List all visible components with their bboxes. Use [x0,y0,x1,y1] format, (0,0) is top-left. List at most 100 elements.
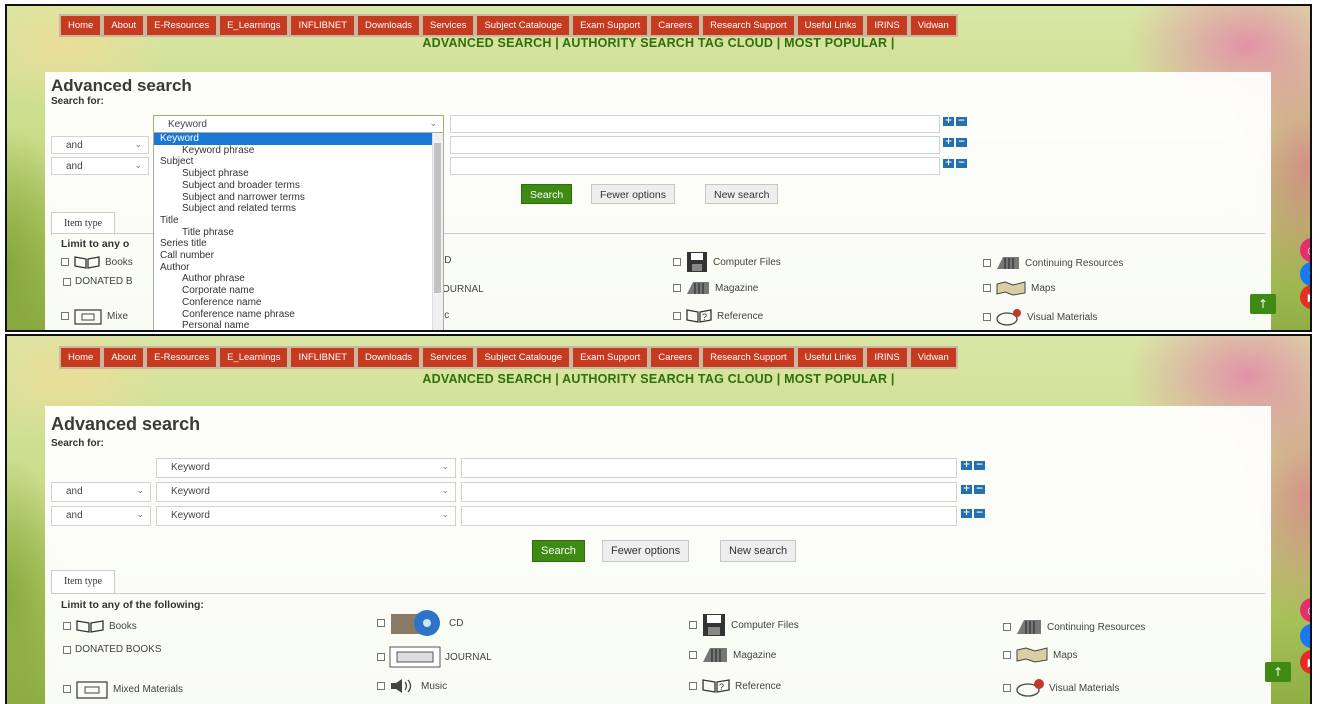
nav-home[interactable]: Home [61,348,101,367]
dropdown-option[interactable]: Personal name [154,320,443,330]
nav-inflibnet[interactable]: INFLIBNET [291,16,355,35]
dropdown-option[interactable]: Corporate name [154,285,443,297]
checkbox[interactable] [377,619,385,627]
nav-research-support[interactable]: Research Support [703,348,794,367]
nav-vidwan[interactable]: Vidwan [910,16,956,35]
plus-icon[interactable]: + [943,159,954,168]
minus-icon[interactable]: − [974,485,985,494]
search-input-2[interactable] [450,136,940,154]
instagram-icon[interactable]: ○ [1300,598,1310,622]
plus-icon[interactable]: + [943,117,954,126]
plus-icon[interactable]: + [961,485,972,494]
fewer-options-button[interactable]: Fewer options [591,184,675,204]
plus-icon[interactable]: + [961,509,972,518]
dropdown-option[interactable]: Title [154,215,443,227]
checkbox[interactable] [689,682,697,690]
search-input-3[interactable] [450,157,940,175]
facebook-icon[interactable]: f [1300,624,1310,648]
dropdown-option[interactable]: Subject [154,156,443,168]
checkbox[interactable] [63,645,71,654]
minus-icon[interactable]: − [956,117,967,126]
item-magazine[interactable]: Magazine [673,280,758,296]
dropdown-option[interactable]: Author [154,262,443,274]
dropdown-option[interactable]: Call number [154,250,443,262]
checkbox[interactable] [61,312,69,320]
nav-e-learnings[interactable]: E_Learnings [220,16,288,35]
item-books[interactable]: Books [61,255,133,269]
tab-item-type[interactable]: Item type [51,570,116,593]
nav-irins[interactable]: IRINS [867,348,907,367]
item-continuing-resources[interactable]: Continuing Resources [1003,618,1145,636]
item-books[interactable]: Books [63,618,137,634]
nav-exam-support[interactable]: Exam Support [573,16,648,35]
item-mixed-materials[interactable]: Mixed Materials [63,678,183,700]
item-computer-files[interactable]: Computer Files [673,250,781,274]
search-button[interactable]: Search [532,540,585,562]
index-select-1[interactable]: Keyword ⌄ [156,458,456,478]
nav-about[interactable]: About [104,348,144,367]
nav-home[interactable]: Home [61,16,101,35]
scroll-to-top-button[interactable]: ↑ [1265,662,1291,682]
item-donated-books[interactable]: DONATED BOOKS [63,644,162,655]
item-reference[interactable]: ? Reference [689,678,781,694]
sub-nav-links[interactable]: ADVANCED SEARCH | AUTHORITY SEARCH TAG C… [7,36,1310,50]
checkbox[interactable] [1003,684,1011,692]
item-continuing-resources[interactable]: Continuing Resources [983,255,1123,271]
checkbox[interactable] [673,258,681,266]
dropdown-option[interactable]: Series title [154,238,443,250]
scroll-to-top-button[interactable]: ↑ [1250,294,1276,314]
search-input-1[interactable] [450,115,940,133]
search-button[interactable]: Search [521,184,573,204]
item-reference[interactable]: ? Reference [673,308,763,324]
item-donated-books[interactable]: DONATED B [63,276,133,287]
nav-e-learnings[interactable]: E_Learnings [220,348,288,367]
instagram-icon[interactable]: ○ [1300,238,1310,262]
nav-inflibnet[interactable]: INFLIBNET [291,348,355,367]
checkbox[interactable] [673,284,681,292]
checkbox[interactable] [63,685,71,693]
item-visual-materials[interactable]: Visual Materials [983,308,1097,326]
dropdown-option[interactable]: Conference name phrase [154,309,443,321]
search-input-2[interactable] [461,482,957,502]
nav-useful-links[interactable]: Useful Links [797,16,864,35]
facebook-icon[interactable]: f [1300,262,1310,286]
operator-select-2[interactable]: and ⌄ [51,136,149,154]
nav-subject-catalouge[interactable]: Subject Catalouge [477,16,570,35]
youtube-icon[interactable]: ▶ [1300,650,1310,674]
nav-research-support[interactable]: Research Support [703,16,794,35]
dropdown-option[interactable]: Keyword [154,133,443,145]
checkbox[interactable] [1003,623,1011,631]
item-computer-files[interactable]: Computer Files [689,612,799,638]
checkbox[interactable] [1003,651,1011,659]
nav-e-resources[interactable]: E-Resources [147,16,217,35]
tab-item-type[interactable]: Item type [51,212,116,235]
item-journal[interactable]: JOURNAL [377,646,492,668]
checkbox[interactable] [983,284,991,292]
search-input-1[interactable] [461,458,957,478]
item-mixed-materials[interactable]: Mixe [61,306,128,326]
youtube-icon[interactable]: ▶ [1300,285,1310,309]
plus-icon[interactable]: + [943,138,954,147]
search-input-3[interactable] [461,506,957,526]
item-maps[interactable]: Maps [983,280,1055,296]
checkbox[interactable] [63,622,71,630]
checkbox[interactable] [61,258,69,266]
nav-careers[interactable]: Careers [651,348,700,367]
dropdown-option[interactable]: Subject and related terms [154,203,443,215]
operator-select-3[interactable]: and ⌄ [51,506,151,526]
new-search-button[interactable]: New search [705,184,779,204]
checkbox[interactable] [983,313,991,321]
operator-select-3[interactable]: and ⌄ [51,157,149,175]
dropdown-option[interactable]: Title phrase [154,227,443,239]
item-music[interactable]: Music [377,678,447,694]
dropdown-option[interactable]: Subject and broader terms [154,180,443,192]
dropdown-option[interactable]: Keyword phrase [154,145,443,157]
nav-downloads[interactable]: Downloads [358,16,420,35]
minus-icon[interactable]: − [956,138,967,147]
minus-icon[interactable]: − [974,509,985,518]
fewer-options-button[interactable]: Fewer options [602,540,690,562]
nav-careers[interactable]: Careers [651,16,700,35]
dropdown-option[interactable]: Conference name [154,297,443,309]
operator-select-2[interactable]: and ⌄ [51,482,151,502]
nav-about[interactable]: About [104,16,144,35]
